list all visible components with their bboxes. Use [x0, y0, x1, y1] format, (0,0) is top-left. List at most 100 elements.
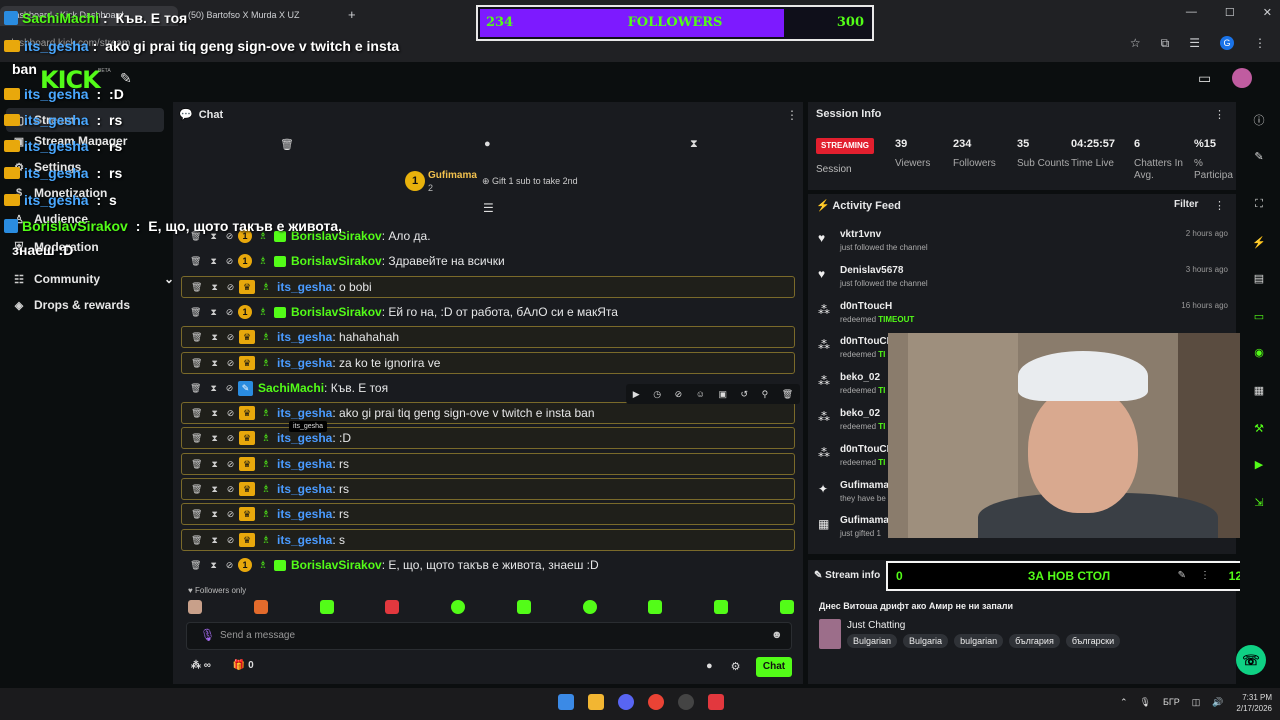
chat-message[interactable]: 🗑 ⧗ ⊘ ♛ ♗ its_gesha: o bobi [181, 276, 795, 298]
activity-item[interactable]: ♥ Denislav5678 just followed the channel 3 … [818, 265, 1228, 295]
chat-message[interactable]: 🗑 ⧗ ⊘ ♛ ♗ its_gesha: hahahahah [181, 326, 795, 348]
chat-message[interactable]: 🗑 ⧗ ⊘ 1 ♗ BorislavSirakov: Е, що, щото такъв … [181, 554, 795, 576]
delete-message-icon[interactable]: 🗑 [191, 282, 202, 293]
gifts-stat[interactable]: 🎁 0 [233, 660, 254, 671]
delete-message-icon[interactable]: 🗑 [191, 433, 202, 444]
delete-message-icon[interactable]: 🗑 [191, 358, 202, 369]
chat-settings-gear-icon[interactable]: ⚙ [731, 660, 741, 673]
layout-icon[interactable]: ▦ [1250, 384, 1268, 397]
timeout-icon[interactable]: ⧗ [211, 433, 217, 444]
activity-username[interactable]: d0nTtouCH [840, 336, 894, 347]
ban-icon[interactable]: ⊘ [227, 332, 235, 343]
close-window-button[interactable]: ✕ [1263, 6, 1272, 19]
points-stat[interactable]: ⁂ ∞ [191, 660, 211, 671]
delete-message-icon[interactable]: 🗑 [190, 256, 201, 267]
ban-icon[interactable]: ⊘ [227, 433, 235, 444]
activity-item[interactable]: ⁂ d0nTtoucH redeemed TIMEOUT 16 hours ago [818, 301, 1228, 331]
sidebar-item[interactable]: ◈ Drops & rewards [12, 298, 130, 312]
emote[interactable] [779, 600, 794, 614]
chat-message[interactable]: 🗑 ⧗ ⊘ 1 ♗ BorislavSirakov: Здравейте на всичк… [181, 250, 795, 272]
bookmark-star-icon[interactable]: ☆ [1130, 36, 1141, 51]
fullscreen-icon[interactable]: ⛶ [1250, 198, 1268, 211]
chat-menu-icon[interactable]: ⋮ [786, 108, 798, 122]
activity-filter-button[interactable]: Filter [1174, 199, 1198, 210]
browser-menu-icon[interactable]: ⋮ [1254, 36, 1266, 51]
stream-tag[interactable]: българия [1009, 634, 1060, 648]
emote[interactable] [516, 600, 531, 614]
goal-edit-icon[interactable]: ✎ [1178, 570, 1186, 581]
obs-icon[interactable] [678, 694, 694, 710]
ban-icon[interactable]: ⊘ [226, 307, 234, 318]
ban-icon[interactable]: ⊘ [226, 383, 234, 394]
session-menu-icon[interactable]: ⋮ [1214, 108, 1225, 121]
stream-category[interactable]: Just Chatting [847, 620, 905, 631]
chrome-icon[interactable] [648, 694, 664, 710]
emote[interactable] [319, 600, 334, 614]
minimize-button[interactable]: — [1186, 6, 1197, 19]
chat-settings-bubble-icon[interactable]: ● [706, 660, 713, 673]
delete-icon[interactable]: 🗑 [782, 389, 793, 400]
chat-username[interactable]: SachiMachi [258, 381, 324, 395]
share-icon[interactable]: ⇲ [1250, 496, 1268, 509]
info-icon[interactable]: ⓘ [1250, 112, 1268, 128]
user-avatar[interactable] [1232, 68, 1252, 88]
chat-username[interactable]: its_gesha [277, 330, 332, 344]
reading-list-icon[interactable]: ☰ [1189, 36, 1200, 51]
app-icon[interactable] [708, 694, 724, 710]
chat-message[interactable]: 🗑 ⧗ ⊘ ♛ ♗ its_gesha: rs [181, 478, 795, 500]
pencil-icon[interactable]: ✎ [1250, 150, 1268, 163]
timeout-icon[interactable]: ⧗ [210, 560, 216, 571]
activity-username[interactable]: Gufimama [840, 515, 889, 526]
stream-tag[interactable]: Bulgarian [847, 634, 898, 648]
activity-item[interactable]: ♥ vktr1vnv just followed the channel 2 hour… [818, 229, 1228, 259]
ban-icon[interactable]: ⊘ [227, 408, 235, 419]
top-gifter-name[interactable]: Gufimama [428, 170, 477, 181]
ban-icon[interactable]: ⊘ [226, 256, 234, 267]
emote[interactable] [253, 600, 268, 614]
activity-username[interactable]: beko_02 [840, 408, 880, 419]
timeout-icon[interactable]: ⧗ [211, 459, 217, 470]
undo-icon[interactable]: ↺ [741, 389, 749, 400]
play-icon[interactable]: ▶ [633, 389, 640, 400]
send-chat-button[interactable]: Chat [756, 657, 792, 677]
support-chat-button[interactable]: ☏ [1236, 645, 1266, 675]
maximize-button[interactable]: ☐ [1225, 6, 1235, 19]
clock-icon[interactable]: ◷ [653, 389, 661, 400]
chat-username[interactable]: its_gesha [277, 406, 332, 420]
activity-username[interactable]: Denislav5678 [840, 265, 903, 276]
tray-chevron-icon[interactable]: ⌃ [1120, 697, 1128, 708]
chat-username[interactable]: its_gesha [277, 507, 332, 521]
wrench-icon[interactable]: ⚒ [1250, 422, 1268, 435]
chat-filter-icon[interactable]: ☰ [483, 201, 494, 215]
profile-avatar[interactable]: G [1220, 36, 1234, 50]
video-icon[interactable]: ▶ [1250, 458, 1268, 471]
chat-message[interactable]: 🗑 ⧗ ⊘ ♛ ♗ its_gesha: :D [181, 427, 795, 449]
goal-menu-icon[interactable]: ⋮ [1200, 570, 1210, 581]
chat-username[interactable]: its_gesha [277, 482, 332, 496]
activity-username[interactable]: Gufimama [840, 480, 889, 491]
slow-mode-icon[interactable]: ⧗ [690, 138, 698, 151]
delete-message-icon[interactable]: 🗑 [191, 509, 202, 520]
chat-username[interactable]: BorislavSirakov [291, 254, 382, 268]
chat-mode-icon[interactable]: ● [484, 138, 491, 150]
activity-username[interactable]: vktr1vnv [840, 229, 881, 240]
delete-message-icon[interactable]: 🗑 [190, 560, 201, 571]
volume-icon[interactable]: 🔊 [1212, 697, 1223, 708]
ban-icon[interactable]: ⊘ [227, 535, 235, 546]
timeout-icon[interactable]: ⧗ [210, 307, 216, 318]
discord-icon[interactable] [618, 694, 634, 710]
delete-message-icon[interactable]: 🗑 [190, 307, 201, 318]
emote[interactable] [714, 600, 729, 614]
language-indicator[interactable]: БГР [1163, 697, 1180, 708]
stream-preview-icon[interactable]: ▭ [1198, 70, 1211, 87]
stream-tag[interactable]: Bulgaria [903, 634, 949, 648]
emote[interactable] [188, 600, 202, 614]
sidebar-item[interactable]: ☷ Community ⌄ [12, 272, 174, 286]
emote[interactable] [582, 600, 597, 614]
notes-icon[interactable]: ▤ [1250, 272, 1268, 285]
chat-message[interactable]: 🗑 ⧗ ⊘ 1 ♗ BorislavSirakov: Ей го на, :D от ра… [181, 301, 795, 323]
microphone-icon[interactable]: 🎙 [200, 628, 215, 642]
stream-tag[interactable]: bulgarian [954, 634, 1004, 648]
tab-youtube[interactable]: (50) Bartofso X Murda X UZ [180, 6, 330, 26]
timeout-icon[interactable]: ⧗ [211, 484, 217, 495]
